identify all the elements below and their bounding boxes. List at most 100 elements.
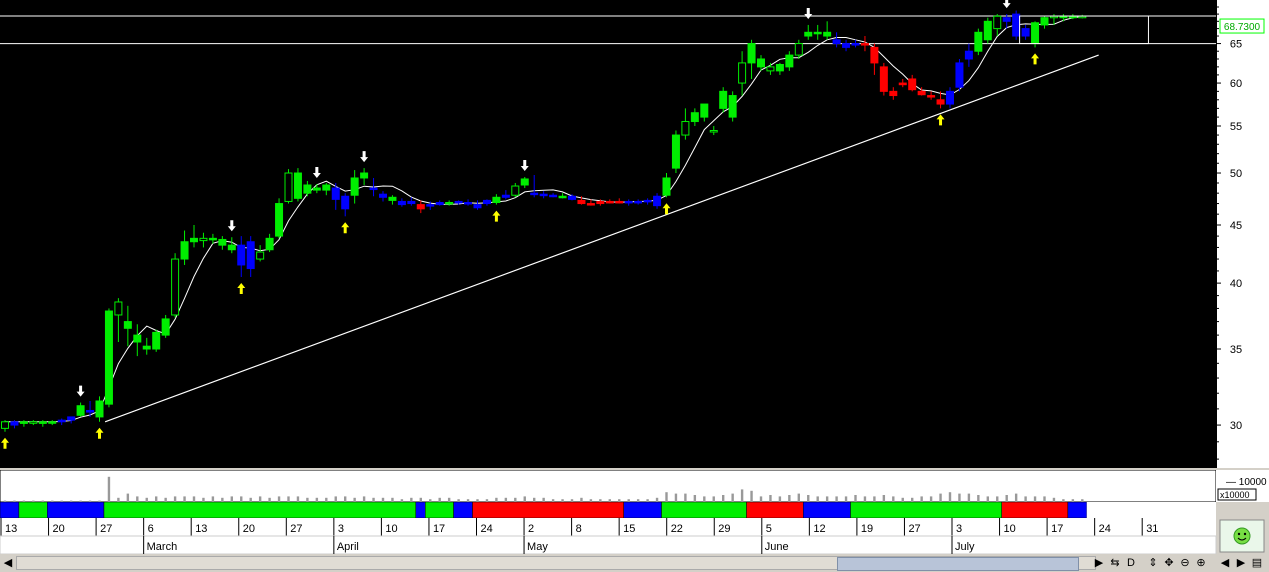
- y-tick-label: 60: [1230, 78, 1242, 90]
- candle[interactable]: [879, 62, 888, 96]
- trend-bar-segment: [415, 502, 426, 519]
- candle[interactable]: [284, 169, 293, 204]
- next-icon[interactable]: ▶: [1234, 556, 1248, 570]
- candle-body: [719, 90, 728, 109]
- candle[interactable]: [104, 308, 113, 408]
- d-label[interactable]: D: [1124, 556, 1138, 570]
- week-tick-label: 27: [908, 523, 920, 535]
- candle[interactable]: [152, 329, 161, 352]
- candle-body: [331, 187, 340, 200]
- week-tick-label: 13: [5, 523, 17, 535]
- smiley-eye: [1237, 532, 1241, 536]
- horizontal-scrollbar[interactable]: ◀ ▶ ⇆ D ⇕ ✥ ⊖ ⊕ ◀ ▶ ▤: [0, 554, 1269, 572]
- volume-bar: [674, 493, 678, 502]
- week-tick-label: 5: [766, 523, 772, 535]
- candle-body: [842, 43, 851, 48]
- candle-body: [1, 421, 9, 429]
- candle[interactable]: [293, 168, 302, 202]
- week-tick-label: 17: [433, 523, 445, 535]
- candle-body: [709, 129, 718, 133]
- zoom-in-icon[interactable]: ⊕: [1194, 556, 1208, 570]
- candle[interactable]: [955, 58, 964, 92]
- pan-icon[interactable]: ✥: [1162, 556, 1176, 570]
- week-tick-label: 20: [243, 523, 255, 535]
- week-tick-label: 3: [338, 523, 344, 535]
- week-tick-label: 10: [1004, 523, 1016, 535]
- candle-body: [983, 20, 992, 41]
- candle-body: [662, 177, 671, 196]
- candle-body: [501, 194, 510, 198]
- zoom-out-icon[interactable]: ⊖: [1178, 556, 1192, 570]
- volume-bar: [722, 495, 725, 502]
- candle-body: [586, 203, 595, 206]
- candle-body: [19, 421, 28, 424]
- candle-body: [482, 199, 491, 205]
- candle[interactable]: [983, 17, 992, 44]
- volume-background: [0, 470, 1217, 502]
- volume-bar: [967, 493, 971, 502]
- candle-body: [492, 196, 501, 204]
- sync-icon[interactable]: ⇆: [1108, 556, 1122, 570]
- candle-body: [757, 58, 765, 68]
- candle-body: [558, 195, 567, 199]
- price-chart[interactable]: 30 35 40 45 50 55 60 65 68.7300: [0, 0, 1269, 470]
- scroll-track[interactable]: [16, 556, 1096, 571]
- candle-body: [142, 345, 151, 350]
- candle-body: [917, 90, 926, 96]
- candle-body: [832, 39, 841, 45]
- y-tick-label: 30: [1230, 420, 1242, 432]
- volume-bar: [939, 493, 942, 502]
- panel-icon[interactable]: ▤: [1250, 556, 1264, 570]
- candle[interactable]: [728, 91, 737, 122]
- y-tick-label: 45: [1230, 220, 1242, 232]
- candle-body: [860, 43, 869, 46]
- candle[interactable]: [1012, 10, 1021, 40]
- candle-body: [86, 409, 95, 413]
- candle-body: [615, 200, 624, 204]
- smiley-face: [1233, 527, 1251, 545]
- candle-body: [360, 172, 369, 179]
- week-tick-label: 2: [528, 523, 534, 535]
- candle-body: [738, 62, 747, 84]
- month-label: July: [955, 541, 975, 553]
- scroll-left-icon[interactable]: ◀: [1, 556, 15, 570]
- trend-bar-segment: [0, 502, 20, 519]
- candle-body: [870, 46, 879, 64]
- candle-body: [794, 43, 803, 56]
- y-tick-label: 35: [1230, 344, 1242, 356]
- y-tick-label: 55: [1230, 121, 1242, 133]
- prev-icon[interactable]: ◀: [1218, 556, 1232, 570]
- candle-body: [10, 421, 19, 426]
- candle-body: [775, 63, 784, 72]
- candle-body: [208, 237, 217, 241]
- week-tick-label: 17: [1051, 523, 1063, 535]
- move-icon[interactable]: ⇕: [1146, 556, 1160, 570]
- candle[interactable]: [275, 198, 284, 239]
- trend-bar-empty: [1086, 502, 1216, 518]
- volume-panel[interactable]: — 10000 x10000: [0, 470, 1269, 502]
- scroll-thumb[interactable]: [837, 557, 1079, 571]
- week-tick-label: 27: [290, 523, 302, 535]
- candle-body: [1002, 17, 1011, 22]
- week-tick-label: 15: [623, 523, 635, 535]
- candle[interactable]: [974, 28, 983, 56]
- candle-body: [993, 15, 1002, 30]
- candle[interactable]: [671, 130, 680, 174]
- y-tick-label: 50: [1230, 168, 1242, 180]
- candle-body: [539, 193, 548, 197]
- candle-body: [473, 204, 482, 209]
- month-label: March: [147, 541, 178, 553]
- scroll-right-icon[interactable]: ▶: [1092, 556, 1106, 570]
- volume-bar: [977, 495, 980, 502]
- week-tick-label: 8: [576, 523, 582, 535]
- volume-bar: [665, 492, 668, 502]
- candle-body: [218, 238, 227, 246]
- volume-bar: [854, 495, 857, 502]
- candle-body: [171, 258, 180, 316]
- smiley-icon[interactable]: [1233, 527, 1251, 545]
- candle-body: [634, 200, 643, 204]
- candle-body: [927, 95, 936, 98]
- candle-body: [416, 204, 425, 210]
- week-tick-label: 27: [100, 523, 112, 535]
- candle[interactable]: [171, 253, 180, 318]
